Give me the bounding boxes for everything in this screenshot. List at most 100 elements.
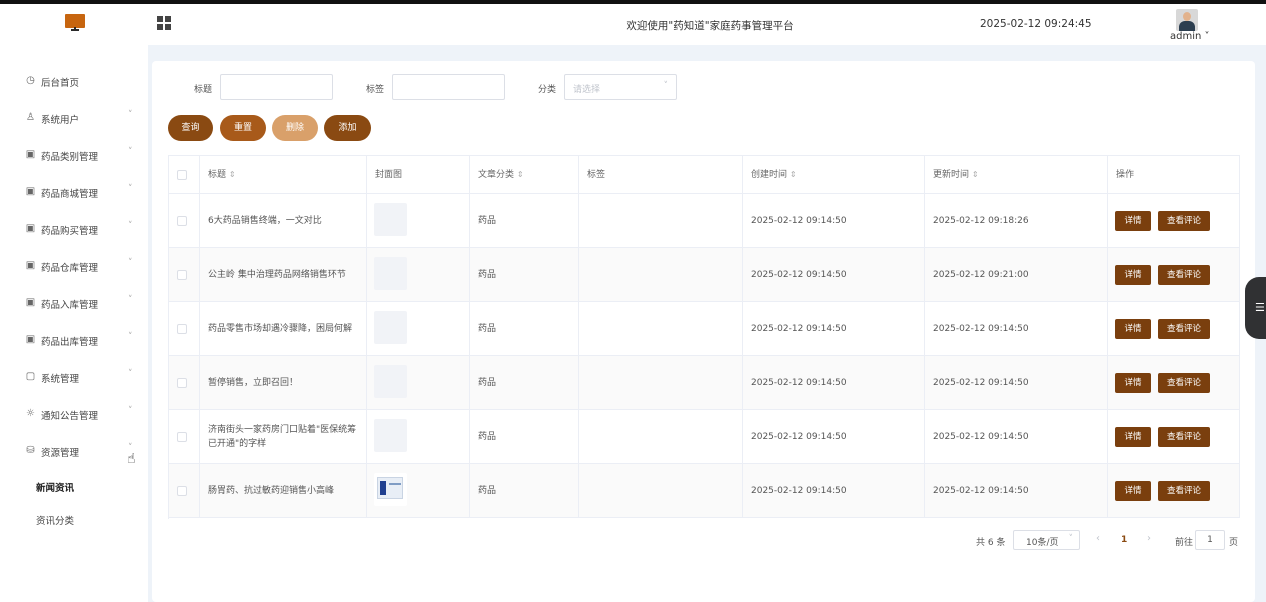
table-row: 济南街头一家药房门口贴着"医保统筹已开通"的字样 药品 2025-02-12 09:… xyxy=(169,410,1240,464)
sidebar-item[interactable]: ▣ 药品出库管理 ˅ xyxy=(0,330,148,350)
header-category[interactable]: 文章分类 ⇕ xyxy=(470,156,579,193)
monitor-logo-icon[interactable] xyxy=(65,14,85,34)
sidebar-subitem[interactable]: 资讯分类 xyxy=(0,504,148,534)
sidebar-item[interactable]: ▣ 药品购买管理 ˅ xyxy=(0,219,148,239)
cell-title-text: 公主岭 集中治理药品网络销售环节 xyxy=(208,269,346,280)
detail-button[interactable]: 详情 xyxy=(1115,480,1151,501)
row-checkbox[interactable] xyxy=(177,377,187,388)
row-checkbox[interactable] xyxy=(177,431,187,442)
sidebar-item[interactable]: ▢ 系统管理 ˅ xyxy=(0,367,148,387)
cell-updated-text: 2025-02-12 09:14:50 xyxy=(933,323,1029,334)
next-page-icon[interactable]: › xyxy=(1147,533,1151,544)
view-comments-button[interactable]: 查看评论 xyxy=(1158,318,1210,339)
header-title[interactable]: 标题 ⇕ xyxy=(200,156,367,193)
sidebar-item-label: 系统管理 xyxy=(41,374,80,385)
cell-created-text: 2025-02-12 09:14:50 xyxy=(751,215,847,226)
cell-category-text: 药品 xyxy=(478,431,497,442)
database-icon: ⛁ xyxy=(26,445,35,456)
chevron-down-icon: ˅ xyxy=(128,406,133,416)
cover-thumbnail[interactable] xyxy=(374,473,407,506)
sidebar-item-label: 系统用户 xyxy=(41,115,80,126)
tag-filter-input[interactable] xyxy=(392,74,505,100)
cover-thumbnail[interactable] xyxy=(374,365,407,398)
cell-created: 2025-02-12 09:14:50 xyxy=(743,302,925,355)
view-comments-button[interactable]: 查看评论 xyxy=(1158,210,1210,231)
view-comments-button[interactable]: 查看评论 xyxy=(1158,426,1210,447)
cell-actions: 详情 查看评论 xyxy=(1108,356,1240,409)
header-created[interactable]: 创建时间 ⇕ xyxy=(743,156,925,193)
header-select-cell xyxy=(169,156,200,193)
detail-button[interactable]: 详情 xyxy=(1115,372,1151,393)
view-comments-button[interactable]: 查看评论 xyxy=(1158,480,1210,501)
sidebar-item-label: 后台首页 xyxy=(41,78,80,89)
title-filter-input[interactable] xyxy=(220,74,333,100)
view-comments-button[interactable]: 查看评论 xyxy=(1158,372,1210,393)
view-comments-button[interactable]: 查看评论 xyxy=(1158,264,1210,285)
cell-category: 药品 xyxy=(470,302,579,355)
avatar[interactable] xyxy=(1176,9,1198,31)
reset-button[interactable]: 重置 xyxy=(220,115,266,141)
cell-updated-text: 2025-02-12 09:14:50 xyxy=(933,377,1029,388)
header-cover-label: 封面图 xyxy=(375,169,403,180)
table-row: 暂停销售，立即召回！ 药品 2025-02-12 09:14:50 2025-02-1… xyxy=(169,356,1240,410)
sidebar-item-label: 药品出库管理 xyxy=(41,337,99,348)
sidebar-subitem-label: 资讯分类 xyxy=(36,516,75,527)
sidebar-item[interactable]: ◷ 后台首页 xyxy=(0,71,148,91)
cell-sel xyxy=(169,410,200,463)
sidebar-item[interactable]: ▣ 药品入库管理 ˅ xyxy=(0,293,148,313)
cover-thumbnail[interactable] xyxy=(374,311,407,344)
cell-actions: 详情 查看评论 xyxy=(1108,302,1240,355)
cell-cover xyxy=(367,410,470,463)
detail-button[interactable]: 详情 xyxy=(1115,264,1151,285)
cell-actions: 详情 查看评论 xyxy=(1108,464,1240,517)
top-header: 欢迎使用"药知道"家庭药事管理平台 2025-02-12 09:24:45 ad… xyxy=(0,4,1266,45)
sidebar-item[interactable]: ▣ 药品商城管理 ˅ xyxy=(0,182,148,202)
row-checkbox[interactable] xyxy=(177,323,187,334)
cell-tags xyxy=(579,248,743,301)
table-header-row: 标题 ⇕ 封面图 文章分类 ⇕ 标签 创建时间 ⇕ 更新时间 ⇕ 操作 xyxy=(169,156,1240,194)
detail-button[interactable]: 详情 xyxy=(1115,210,1151,231)
current-page[interactable]: 1 xyxy=(1121,535,1127,545)
cell-created-text: 2025-02-12 09:14:50 xyxy=(751,323,847,334)
sidebar-item[interactable]: ▣ 药品类别管理 ˅ xyxy=(0,145,148,165)
cover-thumbnail[interactable] xyxy=(374,203,407,236)
sidebar-item[interactable]: ▣ 药品仓库管理 ˅ xyxy=(0,256,148,276)
cell-created: 2025-02-12 09:14:50 xyxy=(743,248,925,301)
select-all-checkbox[interactable] xyxy=(177,169,187,180)
sidebar-item[interactable]: ♙ 系统用户 ˅ xyxy=(0,108,148,128)
cover-thumbnail[interactable] xyxy=(374,419,407,452)
category-filter-select[interactable]: 请选择 ˅ xyxy=(564,74,677,100)
sort-icon: ⇕ xyxy=(516,169,524,179)
cover-thumbnail[interactable] xyxy=(374,257,407,290)
row-checkbox[interactable] xyxy=(177,215,187,226)
cell-cover xyxy=(367,302,470,355)
side-drawer-toggle[interactable]: ☰ xyxy=(1245,277,1266,339)
sidebar-item[interactable]: ⛁ 资源管理 ˅ xyxy=(0,441,148,461)
sidebar-subitem-label: 新闻资讯 xyxy=(36,483,75,494)
add-button[interactable]: 添加 xyxy=(324,115,371,141)
detail-button[interactable]: 详情 xyxy=(1115,318,1151,339)
cell-category: 药品 xyxy=(470,464,579,517)
cell-tags xyxy=(579,464,743,517)
list-icon: ☰ xyxy=(1255,301,1265,314)
goto-page-input[interactable]: 1 xyxy=(1195,530,1225,550)
prev-page-icon[interactable]: ‹ xyxy=(1096,533,1100,544)
sidebar-item-label: 通知公告管理 xyxy=(41,411,99,422)
user-menu[interactable]: admin ˅ xyxy=(1170,31,1210,42)
menu-toggle-icon[interactable] xyxy=(157,16,171,30)
cell-category-text: 药品 xyxy=(478,377,497,388)
cell-title: 暂停销售，立即召回！ xyxy=(200,356,367,409)
row-checkbox[interactable] xyxy=(177,485,187,496)
cell-tags xyxy=(579,356,743,409)
query-button[interactable]: 查询 xyxy=(168,115,213,141)
delete-button[interactable]: 删除 xyxy=(272,115,318,141)
chevron-down-icon: ˅ xyxy=(1204,31,1210,42)
detail-button[interactable]: 详情 xyxy=(1115,426,1151,447)
cell-sel xyxy=(169,194,200,247)
sidebar-subitem[interactable]: 新闻资讯 xyxy=(0,471,148,501)
header-updated[interactable]: 更新时间 ⇕ xyxy=(925,156,1108,193)
page-size-select[interactable]: 10条/页 ˅ xyxy=(1013,530,1080,550)
row-checkbox[interactable] xyxy=(177,269,187,280)
sidebar-item[interactable]: ☼ 通知公告管理 ˅ xyxy=(0,404,148,424)
sidebar-item-label: 资源管理 xyxy=(41,448,80,459)
